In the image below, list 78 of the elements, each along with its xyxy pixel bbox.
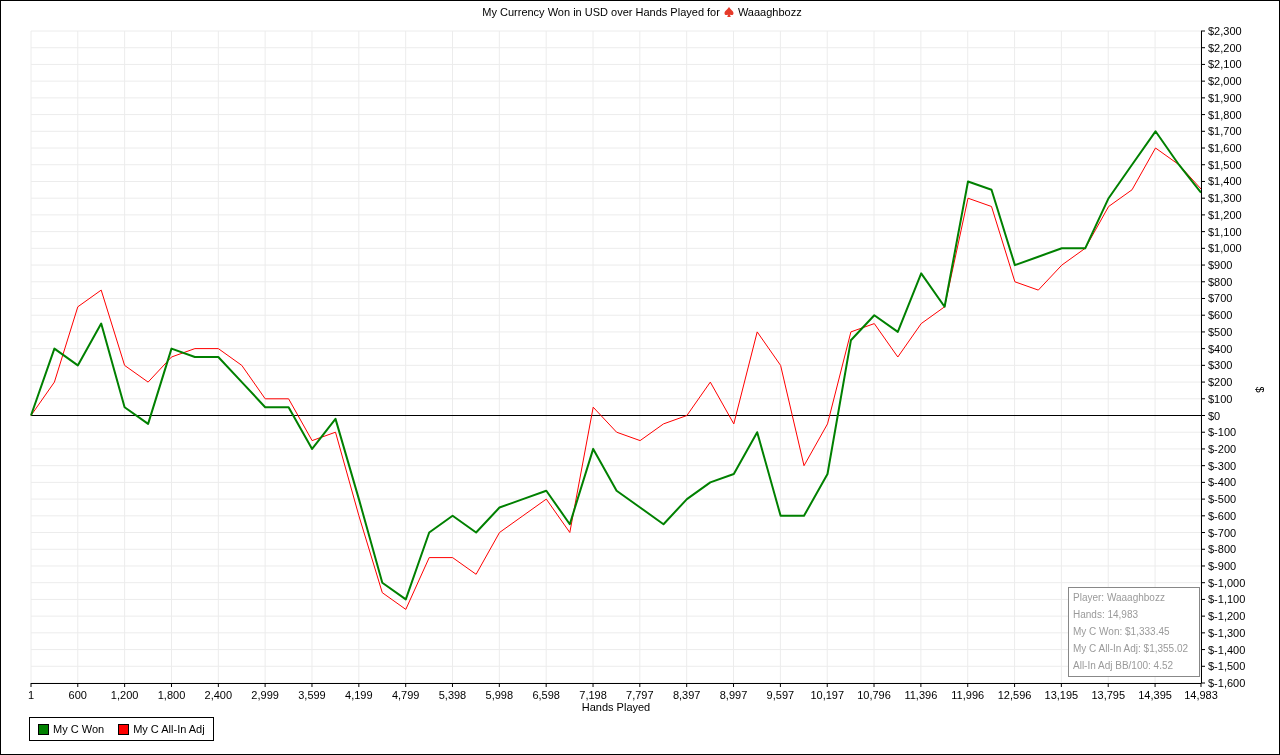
info-line: Hands: 14,983 (1073, 608, 1140, 621)
legend-label: My C Won (53, 723, 105, 735)
y-tick-label: $-700 (1208, 526, 1237, 539)
info-line: My C Won: $1,333.45 (1073, 625, 1171, 638)
x-tick-label: 12,596 (997, 689, 1032, 701)
y-tick-label: $300 (1208, 359, 1233, 372)
y-tick-label: $-1,600 (1208, 677, 1246, 689)
x-tick-label: 7,198 (579, 689, 607, 701)
spade-icon (722, 6, 735, 18)
x-axis-title: Hands Played (581, 701, 651, 713)
chart-title: My Currency Won in USD over Hands Played for (482, 6, 720, 18)
y-tick-label: $1,100 (1208, 225, 1242, 238)
y-tick-label: $1,900 (1208, 91, 1242, 104)
y-tick-label: $-800 (1208, 543, 1237, 556)
y-tick-label: $-600 (1208, 509, 1237, 522)
legend-label: My C All-In Adj (133, 723, 205, 735)
y-tick-label: $-1,100 (1208, 593, 1246, 606)
x-tick-label: 2,999 (251, 689, 279, 701)
x-tick-label: 1 (27, 689, 35, 701)
x-tick-label: 6,598 (532, 689, 560, 701)
x-tick-label: 10,197 (810, 689, 845, 701)
x-tick-label: 3,599 (298, 689, 326, 701)
y-tick-label: $-1,300 (1208, 626, 1246, 639)
y-tick-label: $1,800 (1208, 108, 1242, 121)
y-tick-label: $800 (1208, 275, 1233, 288)
info-line: All-In Adj BB/100: 4.52 (1073, 659, 1175, 672)
x-tick-label: 5,398 (438, 689, 467, 701)
y-tick-label: $0 (1208, 409, 1221, 422)
info-line: Player: Waaaghbozz (1073, 591, 1166, 604)
y-tick-label: $2,300 (1208, 25, 1242, 37)
y-tick-label: $1,300 (1208, 192, 1242, 205)
y-tick-label: $-500 (1208, 493, 1237, 506)
player-name: Waaaghbozz (737, 6, 802, 18)
x-tick-label: 600 (68, 689, 87, 701)
x-tick-label: 1,200 (110, 689, 139, 701)
y-axis-title: $ (1254, 386, 1266, 393)
y-tick-label: $-300 (1208, 459, 1237, 472)
y-tick-label: $100 (1208, 392, 1233, 405)
x-tick-label: 8,997 (719, 689, 748, 701)
y-tick-label: $-900 (1208, 559, 1237, 572)
x-tick-label: 1,800 (157, 689, 186, 701)
x-tick-label: 4,799 (391, 689, 420, 701)
x-tick-label: 11,996 (951, 689, 985, 701)
x-tick-label: 14,395 (1138, 689, 1172, 701)
y-tick-label: $-400 (1208, 476, 1237, 489)
y-tick-label: $600 (1208, 309, 1233, 322)
y-tick-label: $500 (1208, 325, 1233, 338)
y-tick-label: $1,700 (1208, 125, 1242, 138)
y-tick-label: $-1,400 (1208, 643, 1246, 656)
y-tick-label: $700 (1208, 292, 1233, 305)
y-tick-label: $900 (1208, 259, 1233, 272)
x-tick-label: 14,983 (1184, 689, 1218, 701)
y-tick-label: $1,000 (1208, 242, 1242, 255)
y-tick-label: $1,600 (1208, 142, 1242, 155)
y-tick-label: $2,100 (1208, 58, 1242, 71)
y-tick-label: $-1,000 (1208, 576, 1246, 589)
x-tick-label: 5,998 (485, 689, 514, 701)
y-tick-label: $-1,200 (1208, 610, 1246, 623)
x-tick-label: 13,795 (1091, 689, 1126, 701)
y-tick-label: $2,000 (1208, 75, 1242, 88)
x-tick-label: 10,796 (857, 689, 891, 701)
y-tick-label: $400 (1208, 342, 1233, 355)
y-tick-label: $1,500 (1208, 158, 1242, 171)
x-tick-label: 4,199 (345, 689, 373, 701)
x-tick-label: 9,597 (766, 689, 795, 701)
info-line: My C All-In Adj: $1,355.02 (1073, 642, 1190, 655)
y-tick-label: $200 (1208, 376, 1233, 389)
y-tick-label: $-100 (1208, 426, 1237, 439)
x-tick-label: 7,797 (626, 689, 654, 701)
y-tick-label: $1,200 (1208, 208, 1242, 221)
x-tick-label: 2,400 (204, 689, 233, 701)
x-tick-label: 8,397 (672, 689, 701, 701)
x-tick-label: 11,396 (904, 689, 938, 701)
y-tick-label: $-1,500 (1208, 660, 1246, 673)
x-tick-label: 13,195 (1044, 689, 1079, 701)
y-tick-label: $1,400 (1208, 175, 1242, 188)
y-tick-label: $-200 (1208, 442, 1237, 455)
y-tick-label: $2,200 (1208, 41, 1242, 54)
